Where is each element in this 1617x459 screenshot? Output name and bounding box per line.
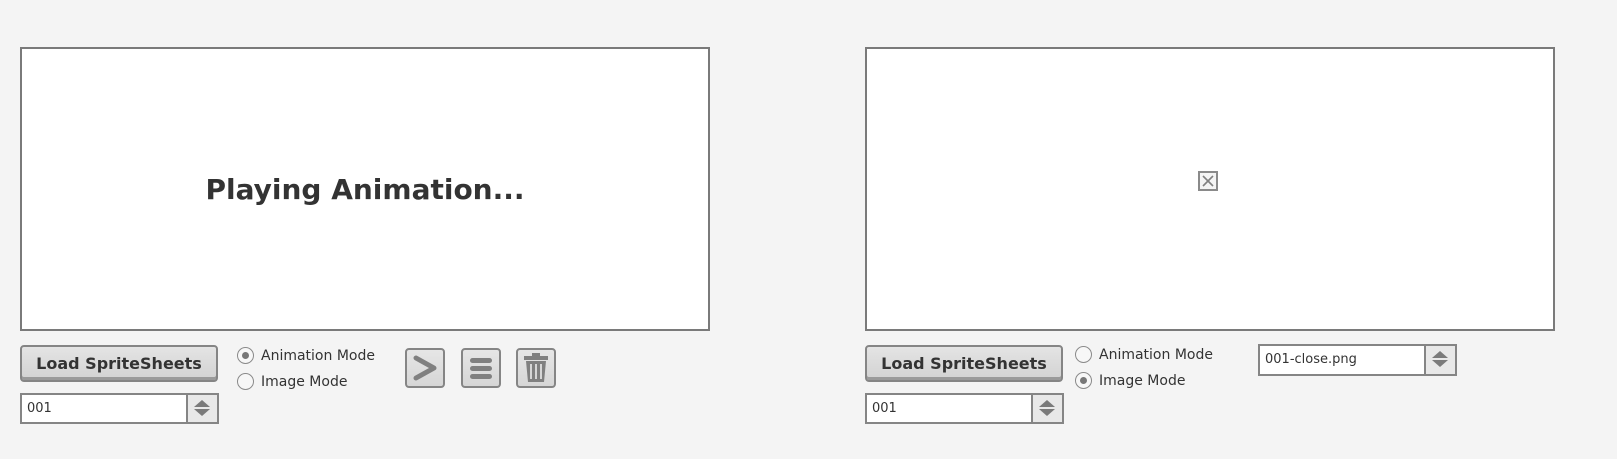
playing-status-text: Playing Animation... (205, 173, 525, 206)
image-canvas (865, 47, 1555, 331)
image-file-spinner[interactable]: 001-close.png (1258, 344, 1457, 376)
image-mode-label: Image Mode (1099, 373, 1186, 389)
image-file-value[interactable]: 001-close.png (1265, 346, 1357, 374)
animation-mode-radio[interactable] (1075, 346, 1092, 363)
spinner-arrows-icon[interactable] (1031, 395, 1062, 422)
frame-spinner[interactable]: 001 (20, 393, 219, 424)
right-panel: Load SpriteSheets Animation Mode Image M… (865, 0, 1565, 459)
animation-mode-radio[interactable] (237, 347, 254, 364)
image-mode-radio[interactable] (237, 373, 254, 390)
animation-canvas: Playing Animation... (20, 47, 710, 331)
frame-spinner-value[interactable]: 001 (27, 395, 52, 422)
broken-image-icon (1198, 171, 1218, 191)
frame-spinner[interactable]: 001 (865, 393, 1064, 424)
image-mode-label: Image Mode (261, 374, 348, 390)
animation-mode-label: Animation Mode (261, 348, 375, 364)
left-panel: Playing Animation... Load SpriteSheets A… (20, 0, 720, 459)
play-button[interactable] (405, 348, 445, 388)
frame-spinner-value[interactable]: 001 (872, 395, 897, 422)
image-mode-radio[interactable] (1075, 372, 1092, 389)
spinner-arrows-icon[interactable] (186, 395, 217, 422)
load-spritesheets-button[interactable]: Load SpriteSheets (865, 345, 1063, 382)
delete-button[interactable] (516, 348, 556, 388)
list-button[interactable] (461, 348, 501, 388)
animation-mode-label: Animation Mode (1099, 347, 1213, 363)
load-spritesheets-button[interactable]: Load SpriteSheets (20, 345, 218, 382)
spinner-arrows-icon[interactable] (1424, 346, 1455, 374)
